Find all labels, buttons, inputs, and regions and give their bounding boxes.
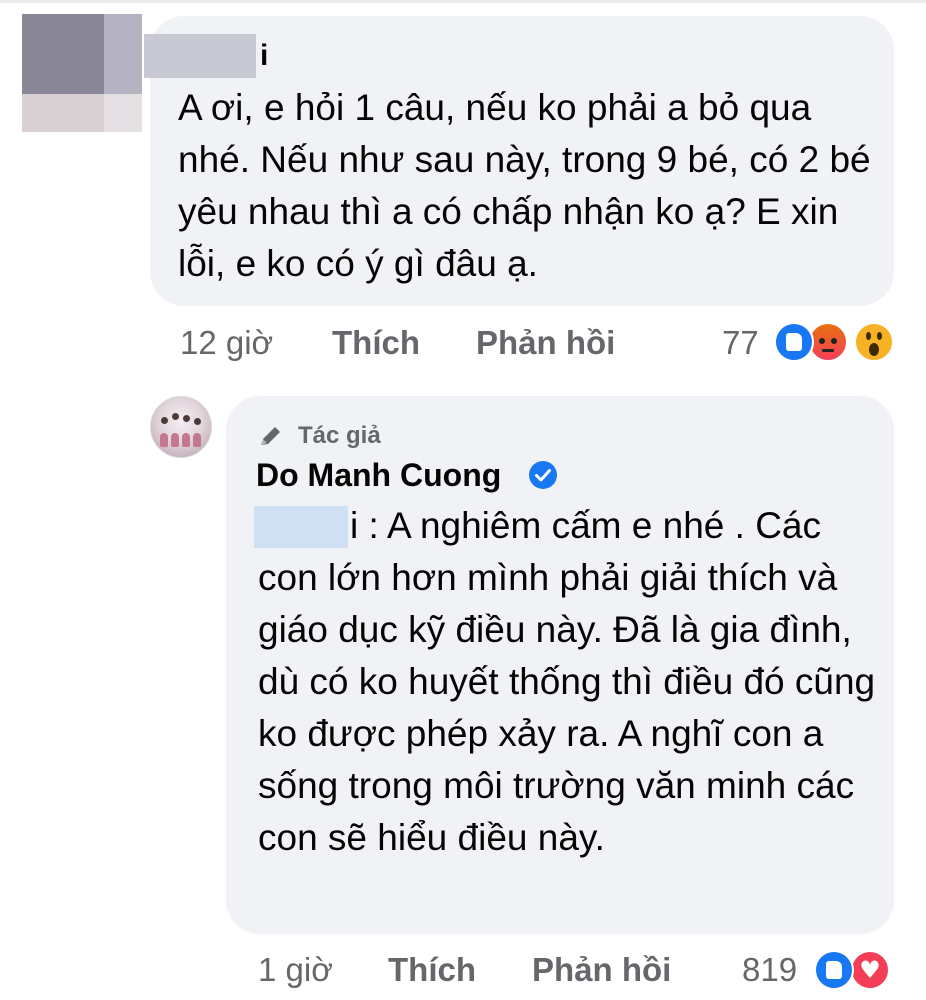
comment-reply-button[interactable]: Phản hồi — [476, 323, 615, 363]
author-name[interactable]: Do Manh Cuong — [256, 454, 501, 496]
pencil-icon — [261, 427, 280, 445]
wow-icon[interactable] — [854, 322, 894, 362]
mention-suffix[interactable]: i — [350, 505, 358, 546]
author-badge-label: Tác giả — [298, 422, 381, 449]
commenter-name-blurred[interactable] — [144, 34, 256, 78]
reply-text: i : A nghiêm cấm e nhé . Các con lớn hơn… — [258, 500, 878, 864]
reply-reaction-count[interactable]: 819 — [742, 950, 797, 990]
comment-timestamp[interactable]: 12 giờ — [180, 323, 273, 363]
commenter-avatar-blurred[interactable] — [22, 14, 142, 132]
reply-body: : A nghiêm cấm e nhé . Các con lớn hơn m… — [258, 505, 876, 858]
reply-reply-button[interactable]: Phản hồi — [532, 950, 671, 990]
commenter-name-suffix[interactable]: i — [260, 34, 268, 78]
verified-icon — [529, 461, 557, 489]
love-icon[interactable] — [850, 950, 890, 990]
reply-like-button[interactable]: Thích — [388, 950, 476, 990]
top-divider — [0, 0, 926, 3]
author-avatar[interactable] — [150, 396, 212, 458]
comment-like-button[interactable]: Thích — [332, 323, 420, 363]
angry-icon[interactable] — [808, 322, 848, 362]
like-icon[interactable] — [814, 950, 854, 990]
comment-text: A ơi, e hỏi 1 câu, nếu ko phải a bỏ qua … — [178, 87, 871, 284]
like-icon[interactable] — [774, 322, 814, 362]
reply-timestamp[interactable]: 1 giờ — [258, 950, 333, 990]
comment-reaction-count[interactable]: 77 — [722, 323, 759, 363]
